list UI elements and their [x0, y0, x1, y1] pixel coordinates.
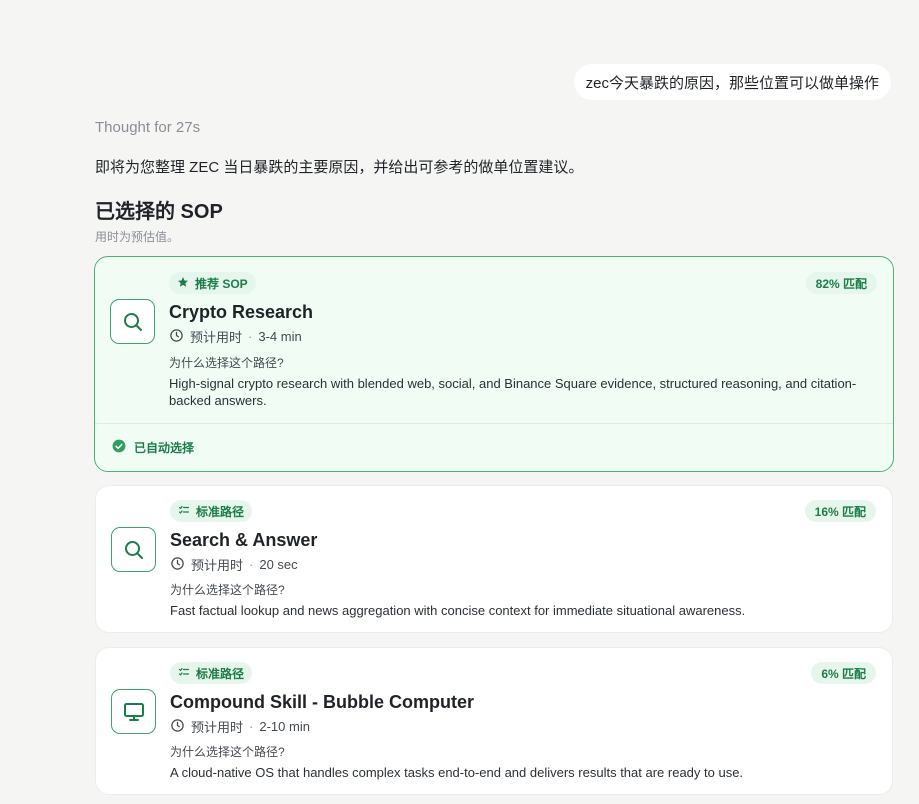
- separator: ·: [249, 557, 254, 572]
- tag-label: 标准路径: [196, 504, 245, 519]
- match-badge: 16% 匹配: [804, 500, 876, 522]
- check-circle-icon: [112, 439, 126, 456]
- separator: ·: [248, 329, 253, 344]
- star-icon: [177, 276, 189, 291]
- match-badge: 82% 匹配: [805, 272, 877, 294]
- time-label: 预计用时: [191, 720, 244, 735]
- time-label: 预计用时: [190, 330, 243, 345]
- user-message-bubble: zec今天暴跌的原因，那些位置可以做单操作: [573, 64, 891, 100]
- separator: ·: [249, 719, 254, 734]
- chat-page: zec今天暴跌的原因，那些位置可以做单操作 Thought for 27s 即将…: [0, 0, 919, 804]
- card-title: Compound Skill - Bubble Computer: [170, 692, 474, 712]
- time-value: 2-10 min: [259, 719, 310, 734]
- time-value: 3-4 min: [258, 329, 302, 344]
- clock-icon: [170, 718, 185, 736]
- time-value: 20 sec: [259, 557, 298, 572]
- estimated-time: 预计用时 · 20 sec: [170, 555, 298, 574]
- why-label: 为什么选择这个路径?: [170, 583, 285, 597]
- time-label: 预计用时: [191, 558, 244, 573]
- tag-label: 标准路径: [196, 666, 245, 681]
- clock-icon: [169, 328, 184, 346]
- standard-tag: 标准路径: [170, 500, 253, 522]
- estimated-time: 预计用时 · 2-10 min: [170, 717, 310, 736]
- standard-tag: 标准路径: [170, 662, 253, 684]
- match-badge: 6% 匹配: [811, 662, 876, 684]
- checklist-icon: [178, 504, 190, 519]
- auto-selected-footer: 已自动选择: [95, 423, 893, 471]
- auto-selected-label: 已自动选择: [134, 441, 195, 455]
- why-label: 为什么选择这个路径?: [169, 356, 284, 370]
- search-icon: [110, 299, 155, 344]
- monitor-icon: [111, 689, 156, 734]
- section-subtitle: 用时为预估值。: [95, 230, 180, 244]
- search-icon: [111, 527, 156, 572]
- sop-card-crypto-research[interactable]: 推荐 SOP 82% 匹配 Crypto Research 预计用时 · 3-4…: [94, 256, 894, 472]
- recommended-tag: 推荐 SOP: [169, 272, 256, 294]
- card-title: Crypto Research: [169, 302, 314, 322]
- checklist-icon: [178, 666, 190, 681]
- card-description: Fast factual lookup and news aggregation…: [170, 603, 746, 618]
- estimated-time: 预计用时 · 3-4 min: [169, 327, 302, 346]
- assistant-intro: 即将为您整理 ZEC 当日暴跌的主要原因，并给出可参考的做单位置建议。: [95, 159, 584, 176]
- card-description: A cloud-native OS that handles complex t…: [170, 765, 744, 780]
- why-label: 为什么选择这个路径?: [170, 745, 285, 759]
- tag-label: 推荐 SOP: [195, 276, 248, 291]
- clock-icon: [170, 556, 185, 574]
- card-title: Search & Answer: [170, 530, 318, 550]
- thought-toggle[interactable]: Thought for 27s: [95, 119, 200, 136]
- card-description: High-signal crypto research with blended…: [169, 376, 857, 408]
- section-title: 已选择的 SOP: [95, 201, 223, 223]
- user-message-text: zec今天暴跌的原因，那些位置可以做单操作: [585, 74, 879, 92]
- sop-card-bubble-computer[interactable]: 标准路径 6% 匹配 Compound Skill - Bubble Compu…: [95, 647, 893, 795]
- sop-card-search-answer[interactable]: 标准路径 16% 匹配 Search & Answer 预计用时 · 20 se…: [95, 485, 893, 633]
